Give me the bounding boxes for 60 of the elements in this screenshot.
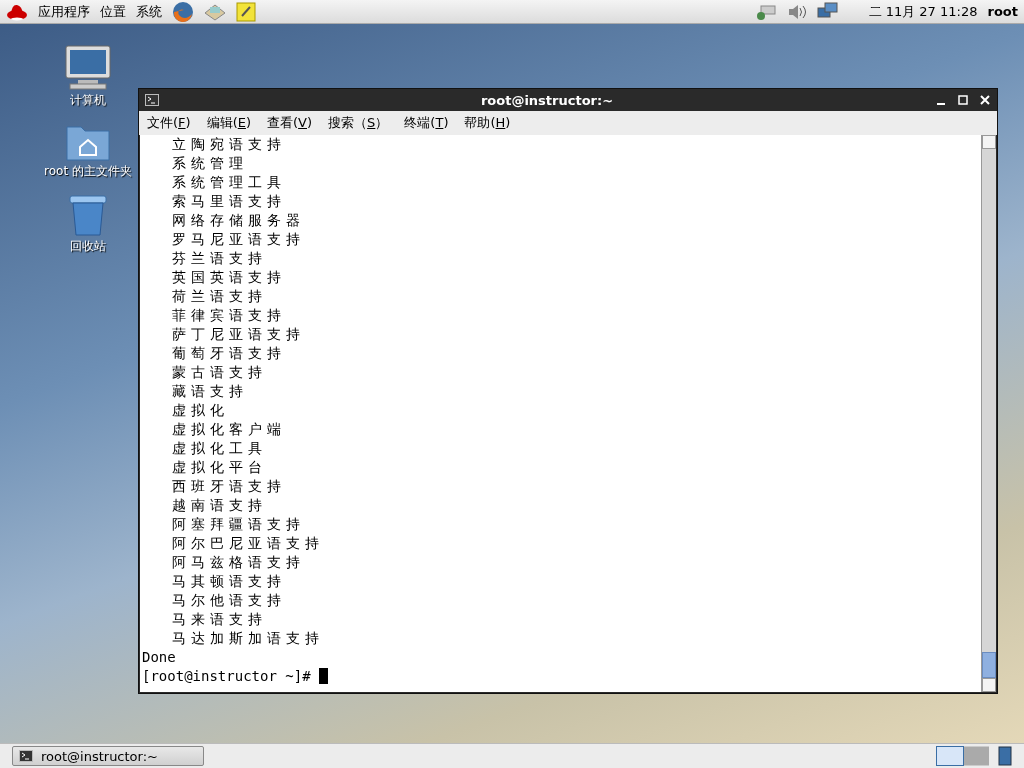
text-cursor [318, 668, 328, 684]
output-line: 系统管理工具 [171, 173, 287, 192]
output-line: 英国英语支持 [171, 268, 287, 287]
panel-menu[interactable]: 系统 [136, 2, 162, 21]
output-line: 芬兰语支持 [171, 249, 268, 268]
home-folder-icon[interactable] [66, 123, 110, 161]
output-line: 萨丁尼亚语支持 [171, 325, 306, 344]
desktop-icon-label[interactable]: 计算机 [70, 92, 106, 109]
clock[interactable]: 二 11月 27 11:28 [868, 2, 978, 21]
network-icon[interactable] [754, 2, 777, 21]
output-line: 藏语支持 [171, 382, 249, 401]
panel-menu[interactable]: 应用程序 [38, 2, 90, 21]
envelope-icon[interactable] [204, 2, 226, 21]
output-line: 阿马兹格语支持 [171, 553, 306, 572]
shell-prompt: [root@instructor ~]# [142, 668, 311, 684]
output-line: 虚拟化平台 [171, 458, 268, 477]
output-line: 虚拟化工具 [171, 439, 268, 458]
menu-item[interactable]: 搜索（S） [328, 114, 389, 132]
menu-item[interactable]: 帮助(H) [464, 114, 511, 132]
output-line: 虚拟化 [171, 401, 230, 420]
output-line: 荷兰语支持 [171, 287, 268, 306]
output-line: Done [142, 648, 177, 667]
workspace-switcher-icon[interactable] [936, 746, 990, 766]
output-line: 越南语支持 [171, 496, 268, 515]
output-line: 马其顿语支持 [171, 572, 287, 591]
output-line: 系统管理 [171, 154, 249, 173]
terminal-icon [19, 750, 33, 762]
hat-logo-icon[interactable] [6, 2, 28, 21]
output-line: 菲律宾语支持 [171, 306, 287, 325]
window-title: root@instructor:~ [479, 92, 615, 108]
menu-item[interactable]: 文件(F) [147, 114, 191, 132]
output-line: 阿塞拜疆语支持 [171, 515, 306, 534]
taskbar-window-button[interactable]: root@instructor:~ [12, 746, 204, 766]
terminal-icon [145, 94, 159, 106]
output-line: 网络存储服务器 [171, 211, 306, 230]
computer-icon[interactable] [64, 44, 112, 90]
output-line: 马达加斯加语支持 [171, 629, 325, 648]
output-line: 索马里语支持 [171, 192, 287, 211]
output-line: 阿尔巴尼亚语支持 [171, 534, 325, 553]
desktop-icon-label[interactable]: root 的主文件夹 [44, 163, 132, 180]
menu-item[interactable]: 查看(V) [267, 114, 313, 132]
output-line: 立陶宛语支持 [171, 135, 287, 154]
browser-globe-icon[interactable] [172, 0, 194, 23]
maximize-icon[interactable] [957, 94, 969, 106]
close-icon[interactable] [979, 94, 991, 106]
output-line: 虚拟化客户端 [171, 420, 287, 439]
output-line: 葡萄牙语支持 [171, 344, 287, 363]
speaker-icon[interactable] [786, 2, 807, 21]
scrollbar[interactable] [981, 135, 996, 692]
user-name[interactable]: root [987, 4, 1018, 19]
output-line: 马来语支持 [171, 610, 268, 629]
notepad-icon[interactable] [236, 1, 256, 22]
output-line: 马尔他语支持 [171, 591, 287, 610]
menu-item[interactable]: 编辑(E) [206, 114, 251, 132]
panel-menu[interactable]: 位置 [100, 2, 126, 21]
output-line: 蒙古语支持 [171, 363, 268, 382]
output-line: 西班牙语支持 [171, 477, 287, 496]
output-line: 罗马尼亚语支持 [171, 230, 306, 249]
menu-item[interactable]: 终端(T) [404, 114, 449, 132]
desktop-icon-label[interactable]: 回收站 [70, 238, 106, 255]
